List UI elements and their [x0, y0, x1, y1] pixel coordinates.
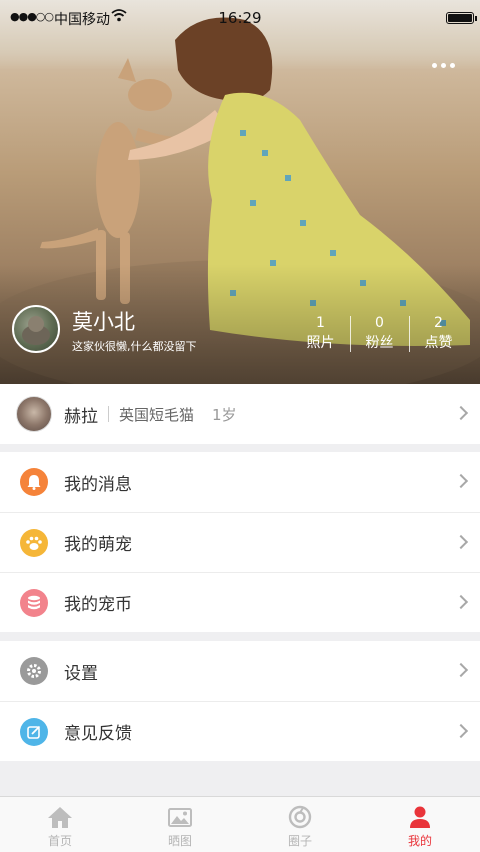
tab-mine[interactable]: 我的: [360, 797, 480, 852]
gear-icon: [20, 657, 48, 685]
stat-value: 2: [434, 315, 443, 331]
menu-item-label: 我的萌宠: [64, 535, 132, 555]
menu-item-label: 我的消息: [64, 474, 132, 495]
feedback-icon: [20, 717, 48, 746]
profile-header: ●●●○○ 中国移动 16:29 莫小北 这家伙很懒,什么都没留下 1 照片 0…: [0, 0, 480, 384]
paw-icon: [20, 528, 48, 557]
user-bio: 这家伙很懒,什么都没留下: [72, 340, 197, 353]
tab-circle[interactable]: 圈子: [240, 797, 360, 852]
menu-item-feedback[interactable]: 意见反馈: [0, 701, 480, 761]
menu-item-label: 意见反馈: [64, 724, 132, 744]
menu-item-coins[interactable]: 我的宠币: [0, 572, 480, 632]
stat-fans[interactable]: 0 粉丝: [350, 314, 409, 354]
tab-gallery[interactable]: 晒图: [120, 797, 240, 852]
tab-label: 首页: [47, 834, 72, 848]
menu-group-personal: 我的消息 我的萌宠 我的宠币: [0, 452, 480, 632]
pet-age: 1岁: [212, 405, 237, 424]
chevron-right-icon: [453, 534, 469, 549]
dot: [431, 62, 437, 68]
user-icon: [405, 804, 435, 830]
dot: [449, 62, 455, 68]
stat-value: 1: [316, 315, 325, 331]
menu-item-label: 设置: [64, 663, 98, 684]
coins-icon: [20, 588, 48, 617]
image-icon: [165, 804, 195, 830]
battery-icon: [446, 12, 477, 24]
menu-item-label: 我的宠币: [64, 595, 132, 615]
pet-avatar: [16, 396, 52, 432]
tab-label: 晒图: [167, 834, 192, 848]
status-bar: ●●●○○ 中国移动 16:29: [0, 0, 480, 36]
pet-name: 赫拉: [64, 406, 98, 427]
menu-item-settings[interactable]: 设置: [0, 641, 480, 701]
chevron-right-icon: [453, 723, 469, 738]
stat-label: 点赞: [424, 335, 453, 351]
chevron-right-icon: [453, 594, 469, 609]
more-options-button[interactable]: [428, 56, 458, 74]
divider: [108, 406, 109, 422]
menu-item-pets[interactable]: 我的萌宠: [0, 512, 480, 572]
tab-label: 圈子: [287, 834, 312, 848]
profile-stats: 1 照片 0 粉丝 2 点赞: [291, 314, 468, 354]
stat-photos[interactable]: 1 照片: [291, 314, 350, 354]
stat-likes[interactable]: 2 点赞: [409, 314, 468, 354]
bell-icon: [20, 468, 48, 496]
pet-breed: 英国短毛猫: [119, 405, 195, 424]
chevron-right-icon: [453, 473, 469, 489]
tab-label: 我的: [407, 834, 432, 848]
circle-icon: [285, 804, 315, 830]
user-name: 莫小北: [72, 310, 135, 334]
menu-item-messages[interactable]: 我的消息: [0, 452, 480, 512]
tab-home[interactable]: 首页: [0, 797, 120, 852]
tab-bar: 首页 晒图 圈子 我的: [0, 796, 480, 852]
stat-label: 粉丝: [365, 335, 394, 351]
user-avatar[interactable]: [12, 305, 60, 353]
chevron-right-icon: [453, 405, 469, 421]
pet-row[interactable]: 赫拉 英国短毛猫 1岁: [0, 384, 480, 444]
home-icon: [45, 804, 75, 830]
menu-group-system: 设置 意见反馈: [0, 641, 480, 761]
clock: 16:29: [218, 9, 262, 27]
dot: [440, 62, 446, 68]
chevron-right-icon: [453, 662, 469, 678]
stat-label: 照片: [306, 335, 335, 351]
stat-value: 0: [375, 315, 384, 331]
